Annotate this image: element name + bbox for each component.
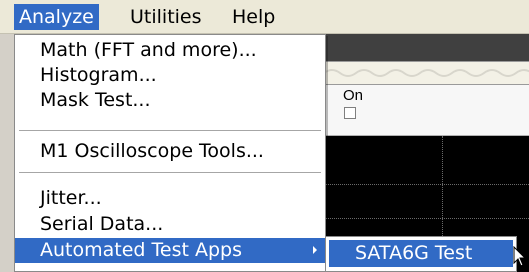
mouse-pointer-icon	[513, 246, 527, 267]
menu-bar: Analyze Utilities Help	[0, 0, 529, 34]
automated-test-apps-submenu: SATA6G Test	[325, 236, 517, 272]
menu-item-histogram[interactable]: Histogram...	[15, 63, 325, 88]
on-label: On	[343, 87, 364, 104]
ruler-strip	[324, 61, 529, 85]
wave-decoration	[324, 69, 529, 77]
grid-line	[324, 184, 529, 185]
on-checkbox[interactable]	[344, 107, 356, 119]
analyze-dropdown: Math (FFT and more)... Histogram... Mask…	[14, 34, 326, 272]
menu-separator	[19, 130, 321, 131]
toolbar-strip	[324, 34, 529, 61]
menu-item-jitter[interactable]: Jitter...	[15, 186, 325, 211]
menu-utilities[interactable]: Utilities	[125, 4, 207, 30]
menu-item-automated-test-apps[interactable]: Automated Test Apps	[15, 238, 325, 263]
menu-item-math[interactable]: Math (FFT and more)...	[15, 38, 325, 63]
menu-item-label: Automated Test Apps	[40, 239, 242, 261]
menu-help[interactable]: Help	[227, 4, 280, 30]
menu-item-m1-oscilloscope-tools[interactable]: M1 Oscilloscope Tools...	[15, 139, 325, 164]
menu-separator	[19, 172, 321, 173]
menu-item-serial-data[interactable]: Serial Data...	[15, 212, 325, 237]
submenu-arrow-icon	[313, 246, 317, 254]
grid-line	[324, 218, 529, 219]
submenu-item-sata6g-test[interactable]: SATA6G Test	[329, 240, 513, 267]
menu-analyze[interactable]: Analyze	[14, 4, 99, 30]
menu-item-mask-test[interactable]: Mask Test...	[15, 88, 325, 113]
